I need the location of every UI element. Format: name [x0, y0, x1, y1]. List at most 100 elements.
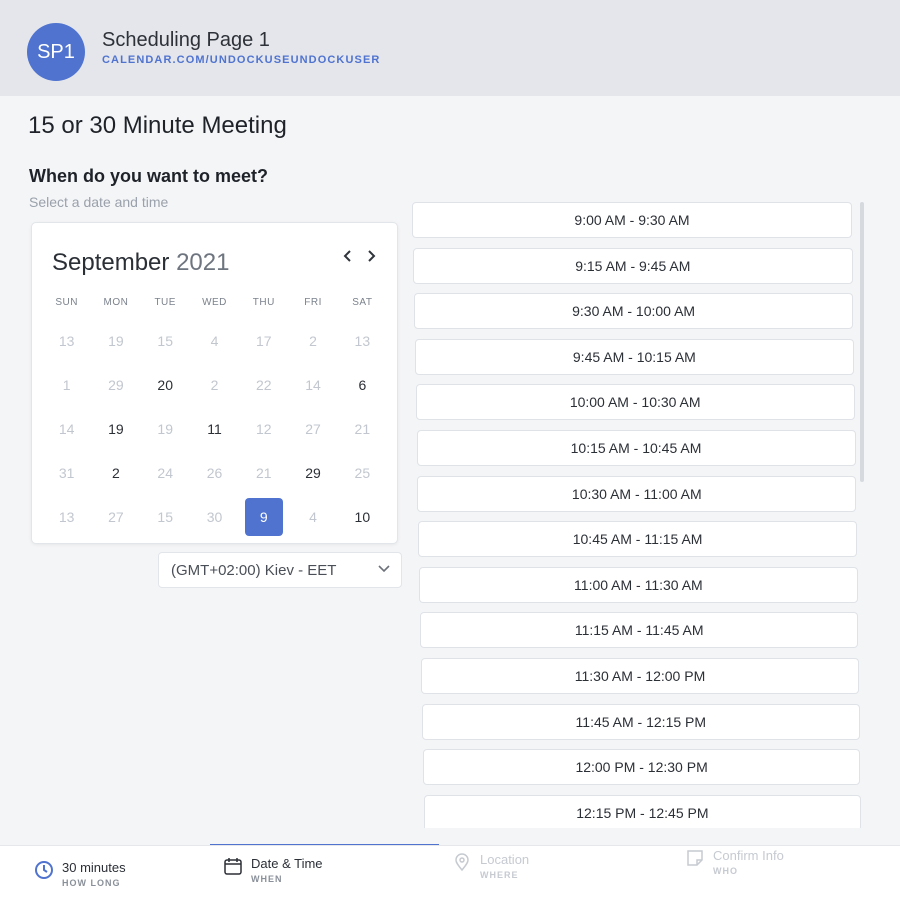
- calendar-day-unavailable: 4: [190, 319, 239, 363]
- timezone-select[interactable]: (GMT+02:00) Kiev - EET: [158, 552, 402, 588]
- calendar-day-number: 29: [108, 377, 124, 393]
- calendar-day-unavailable: 2: [288, 319, 337, 363]
- time-slot-button[interactable]: 10:00 AM - 10:30 AM: [415, 384, 855, 421]
- prev-month-button[interactable]: [342, 247, 354, 268]
- next-month-button[interactable]: [365, 247, 377, 268]
- calendar-day-number: 11: [207, 421, 222, 437]
- calendar-day-number: 29: [305, 465, 321, 481]
- calendar-day-number: 19: [108, 333, 124, 349]
- calendar-day-unavailable: 19: [141, 407, 190, 451]
- calendar-day-unavailable: 26: [190, 451, 239, 495]
- time-slot-button[interactable]: 12:15 PM - 12:45 PM: [423, 794, 862, 828]
- calendar-day-number: 4: [309, 509, 317, 525]
- weekday-label: MON: [103, 297, 129, 308]
- time-slot-button[interactable]: 10:30 AM - 11:00 AM: [417, 475, 857, 512]
- calendar-day-number: 4: [210, 333, 219, 349]
- calendar-day-unavailable: 2: [190, 363, 239, 407]
- weekday-label: WED: [202, 297, 227, 308]
- calendar-day-number: 13: [354, 333, 371, 349]
- step-sublabel: WHEN: [251, 874, 283, 884]
- calendar-day-number: 21: [255, 465, 272, 481]
- note-icon: [687, 850, 703, 866]
- weekday-header-row: SUN MON TUE WED THU FRI SAT: [42, 297, 387, 308]
- weekday-label: FRI: [304, 297, 322, 308]
- calendar-day-available[interactable]: 10: [338, 495, 387, 539]
- calendar-day-number: 10: [354, 509, 371, 525]
- calendar-day-number: 6: [358, 377, 367, 393]
- scheduling-page-url[interactable]: CALENDAR.COM/UNDOCKUSEUNDOCKUSER: [102, 54, 380, 66]
- question-subtitle: Select a date and time: [29, 194, 169, 210]
- time-slot-button[interactable]: 11:45 AM - 12:15 PM: [421, 703, 860, 740]
- time-slot-button[interactable]: 12:00 PM - 12:30 PM: [422, 749, 861, 786]
- calendar-day-unavailable: 15: [141, 495, 190, 539]
- calendar-day-unavailable: 21: [338, 407, 387, 451]
- time-slot-scrollbar[interactable]: [860, 202, 864, 482]
- time-slot-button[interactable]: 11:00 AM - 11:30 AM: [419, 566, 858, 603]
- step-sublabel: WHO: [713, 866, 738, 876]
- calendar-day-unavailable: 4: [288, 495, 337, 539]
- meeting-title: 15 or 30 Minute Meeting: [28, 112, 287, 139]
- calendar-day-number: 27: [305, 421, 321, 437]
- calendar-day-unavailable: 30: [190, 495, 239, 539]
- step-how-long[interactable]: 30 minutes HOW LONG: [34, 860, 126, 888]
- calendar-day-unavailable: 13: [42, 495, 91, 539]
- calendar-day-unavailable: 24: [141, 451, 190, 495]
- calendar-day-unavailable: 25: [338, 451, 387, 495]
- calendar-day-number: 17: [255, 333, 272, 349]
- calendar-month: September: [52, 249, 170, 276]
- time-slot-button[interactable]: 9:15 AM - 9:45 AM: [412, 247, 853, 284]
- calendar-day-number: 14: [305, 377, 321, 393]
- time-slot-button[interactable]: 11:30 AM - 12:00 PM: [421, 658, 859, 694]
- page-header: SP1 Scheduling Page 1 CALENDAR.COM/UNDOC…: [0, 0, 900, 96]
- calendar-day-number: 22: [255, 377, 272, 393]
- calendar-day-selected[interactable]: 9: [239, 495, 288, 539]
- calendar-day-number: 15: [157, 509, 173, 525]
- calendar-day-available[interactable]: 11: [190, 407, 239, 451]
- calendar-day-available[interactable]: 19: [91, 407, 140, 451]
- time-slot-button[interactable]: 9:30 AM - 10:00 AM: [413, 293, 854, 330]
- calendar-day-unavailable: 12: [239, 407, 288, 451]
- calendar-year: 2021: [176, 249, 230, 276]
- time-slot-button[interactable]: 10:45 AM - 11:15 AM: [418, 521, 857, 558]
- step-when[interactable]: Date & Time WHEN: [223, 856, 323, 884]
- time-slot-button[interactable]: 9:00 AM - 9:30 AM: [412, 202, 852, 238]
- location-pin-icon: [455, 853, 469, 872]
- calendar-day-unavailable: 14: [42, 407, 91, 451]
- calendar-day-unavailable: 21: [239, 451, 288, 495]
- calendar-day-unavailable: 13: [42, 319, 91, 363]
- time-slot-list[interactable]: 9:00 AM - 9:30 AM 9:15 AM - 9:45 AM 9:30 A…: [412, 202, 862, 828]
- calendar-day-number: 31: [58, 465, 75, 481]
- calendar-day-number: 9: [244, 498, 283, 536]
- calendar-day-number: 24: [157, 465, 173, 481]
- scheduling-page-title: Scheduling Page 1: [102, 29, 270, 51]
- step-label: Date & Time: [251, 856, 323, 871]
- calendar-days-grid: 13 19 15 4 17 2 13 1 29 20 2 22 14 6 14 19 19 11 12 27 21 31 2…: [42, 319, 387, 539]
- calendar-day-number: 20: [157, 377, 173, 393]
- calendar-day-number: 27: [108, 509, 124, 525]
- calendar-day-number: 13: [58, 509, 75, 525]
- calendar-day-number: 19: [108, 421, 124, 437]
- calendar-day-unavailable: 15: [141, 319, 190, 363]
- calendar-day-number: 2: [112, 465, 120, 481]
- calendar-day-number: 13: [58, 333, 75, 349]
- step-who[interactable]: Confirm Info WHO: [685, 848, 784, 876]
- progress-footer: 30 minutes HOW LONG Date & Time WHEN Loc…: [0, 845, 900, 900]
- calendar-day-number: 2: [309, 333, 317, 349]
- calendar-day-available[interactable]: 29: [288, 451, 337, 495]
- calendar-day-unavailable: 19: [91, 319, 140, 363]
- time-slot-button[interactable]: 11:15 AM - 11:45 AM: [420, 612, 859, 649]
- calendar-icon: [224, 858, 242, 875]
- calendar-day-available[interactable]: 2: [91, 451, 140, 495]
- calendar-day-number: 12: [255, 421, 272, 437]
- clock-icon: [35, 861, 53, 879]
- weekday-label: SAT: [352, 297, 373, 308]
- step-where[interactable]: Location WHERE: [452, 852, 529, 880]
- calendar-day-number: 30: [206, 509, 223, 525]
- time-slot-button[interactable]: 9:45 AM - 10:15 AM: [414, 338, 855, 375]
- weekday-label: TUE: [154, 297, 176, 308]
- calendar-day-available[interactable]: 6: [338, 363, 387, 407]
- calendar-day-unavailable: 13: [338, 319, 387, 363]
- calendar-day-available[interactable]: 20: [141, 363, 190, 407]
- calendar-day-number: 1: [62, 377, 71, 393]
- time-slot-button[interactable]: 10:15 AM - 10:45 AM: [416, 430, 856, 466]
